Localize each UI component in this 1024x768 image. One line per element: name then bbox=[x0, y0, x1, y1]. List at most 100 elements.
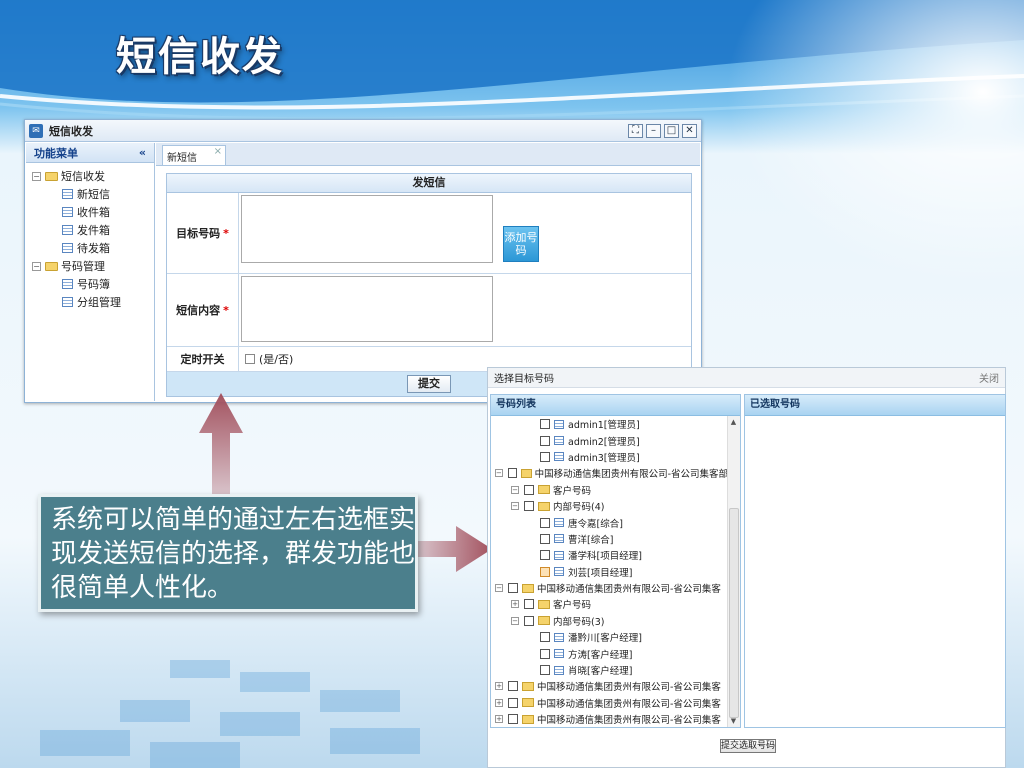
menu-group-sms[interactable]: − 短信收发 bbox=[32, 167, 154, 185]
grid-icon bbox=[62, 243, 73, 253]
row-checkbox[interactable] bbox=[508, 697, 518, 708]
expand-icon[interactable]: + bbox=[511, 600, 519, 609]
collapse-toggle-icon[interactable]: − bbox=[32, 261, 41, 271]
minimize-icon[interactable]: – bbox=[646, 123, 661, 138]
tree-row[interactable]: 方涛[客户经理] bbox=[491, 645, 728, 661]
contact-icon bbox=[554, 550, 564, 560]
menu-item-new-sms[interactable]: 新短信 bbox=[32, 185, 154, 203]
close-icon[interactable]: ✕ bbox=[682, 123, 697, 138]
dialog-close-link[interactable]: 关闭 bbox=[979, 370, 999, 385]
target-number-textarea[interactable] bbox=[241, 195, 493, 263]
expand-icon[interactable]: + bbox=[495, 682, 503, 691]
row-checkbox[interactable] bbox=[540, 632, 550, 643]
menu-item-groups[interactable]: 分组管理 bbox=[32, 293, 154, 311]
folder-icon bbox=[45, 261, 58, 271]
tree-row[interactable]: 唐令嘉[综合] bbox=[491, 514, 728, 530]
collapse-icon[interactable]: − bbox=[495, 469, 503, 478]
tab-close-icon[interactable]: × bbox=[214, 146, 222, 157]
timer-label: 定时开关 bbox=[167, 347, 239, 371]
menu-item-label: 待发箱 bbox=[77, 242, 110, 255]
collapse-icon[interactable]: « bbox=[139, 146, 146, 159]
menu-item-inbox[interactable]: 收件箱 bbox=[32, 203, 154, 221]
dialog-header[interactable]: 选择目标号码 关闭 bbox=[488, 368, 1005, 388]
tree-row[interactable]: 潘学科[项目经理] bbox=[491, 547, 728, 563]
row-checkbox[interactable] bbox=[508, 681, 518, 692]
tree-row-label: 潘黔川[客户经理] bbox=[568, 633, 642, 645]
add-number-button[interactable]: 添加号码 bbox=[503, 226, 539, 262]
menu-item-outbox[interactable]: 发件箱 bbox=[32, 221, 154, 239]
row-checkbox[interactable] bbox=[524, 501, 534, 512]
tree-row[interactable]: + 中国移动通信集团贵州有限公司-省公司集客 bbox=[491, 711, 728, 727]
submit-button[interactable]: 提交 bbox=[407, 375, 451, 393]
tree-row[interactable]: 肖晓[客户经理] bbox=[491, 662, 728, 678]
menu-item-pending[interactable]: 待发箱 bbox=[32, 239, 154, 257]
contact-icon bbox=[554, 649, 564, 659]
row-checkbox[interactable] bbox=[540, 665, 550, 676]
tree-row[interactable]: + 客户号码 bbox=[491, 596, 728, 612]
grid-icon bbox=[62, 279, 73, 289]
row-checkbox[interactable] bbox=[524, 599, 534, 610]
row-checkbox[interactable] bbox=[540, 517, 550, 528]
maximize-icon[interactable]: □ bbox=[664, 123, 679, 138]
row-checkbox[interactable] bbox=[507, 468, 517, 479]
row-checkbox[interactable] bbox=[540, 566, 550, 577]
scrollbar[interactable]: ▲ ▼ bbox=[727, 416, 740, 727]
scroll-down-icon[interactable]: ▼ bbox=[728, 717, 739, 725]
row-checkbox[interactable] bbox=[508, 714, 518, 725]
row-checkbox[interactable] bbox=[540, 435, 550, 446]
submit-selection-button[interactable]: 提交选取号码 bbox=[720, 739, 776, 753]
scroll-up-icon[interactable]: ▲ bbox=[728, 418, 739, 426]
collapse-icon[interactable]: − bbox=[511, 616, 519, 625]
folder-icon bbox=[45, 171, 58, 181]
menu-item-label: 分组管理 bbox=[77, 296, 121, 309]
function-menu: 功能菜单 « − 短信收发 新短信 收件箱 发件箱 待发箱 − 号码管理 号码簿… bbox=[26, 143, 155, 401]
row-checkbox[interactable] bbox=[540, 419, 550, 430]
dialog-title: 选择目标号码 bbox=[494, 374, 554, 385]
row-checkbox[interactable] bbox=[540, 550, 550, 561]
tree-row[interactable]: 曹洋[综合] bbox=[491, 531, 728, 547]
row-checkbox[interactable] bbox=[524, 484, 534, 495]
row-checkbox[interactable] bbox=[524, 615, 534, 626]
tree-row-label: 唐令嘉[综合] bbox=[568, 518, 623, 530]
tree-row[interactable]: admin1[管理员] bbox=[491, 416, 728, 432]
tree-row[interactable]: 刘芸[项目经理] bbox=[491, 564, 728, 580]
tree-row-label: 刘芸[项目经理] bbox=[568, 567, 633, 579]
folder-icon bbox=[520, 468, 532, 478]
tree-row[interactable]: − 客户号码 bbox=[491, 482, 728, 498]
contact-icon bbox=[554, 534, 564, 544]
contact-icon bbox=[554, 419, 564, 429]
tree-row[interactable]: 潘黔川[客户经理] bbox=[491, 629, 728, 645]
tree-row[interactable]: + 中国移动通信集团贵州有限公司-省公司集客 bbox=[491, 695, 728, 711]
collapse-icon[interactable]: − bbox=[511, 485, 519, 494]
tree-row-label: 中国移动通信集团贵州有限公司-省公司集客 bbox=[537, 698, 721, 710]
menu-group-numbers[interactable]: − 号码管理 bbox=[32, 257, 154, 275]
row-checkbox[interactable] bbox=[508, 583, 518, 594]
row-checkbox[interactable] bbox=[540, 533, 550, 544]
collapse-toggle-icon[interactable]: − bbox=[32, 171, 41, 181]
row-checkbox[interactable] bbox=[540, 451, 550, 462]
tree-row[interactable]: + 中国移动通信集团贵州有限公司-省公司集客 bbox=[491, 678, 728, 694]
row-checkbox[interactable] bbox=[540, 648, 550, 659]
tree-row[interactable]: − 中国移动通信集团贵州有限公司-省公司集客部 bbox=[491, 465, 728, 481]
tree-row[interactable]: − 中国移动通信集团贵州有限公司-省公司集客 bbox=[491, 580, 728, 596]
menu-group-label: 短信收发 bbox=[61, 170, 105, 183]
tree-row[interactable]: − 内部号码(3) bbox=[491, 613, 728, 629]
tree-row[interactable]: − 内部号码(4) bbox=[491, 498, 728, 514]
tree-row[interactable]: admin2[管理员] bbox=[491, 432, 728, 448]
expand-icon[interactable]: + bbox=[495, 715, 503, 724]
menu-item-phonebook[interactable]: 号码簿 bbox=[32, 275, 154, 293]
fullscreen-icon[interactable]: ⛶ bbox=[628, 123, 643, 138]
tree-row-label: admin3[管理员] bbox=[568, 452, 640, 464]
sms-content-textarea[interactable] bbox=[241, 276, 493, 342]
collapse-icon[interactable]: − bbox=[495, 584, 503, 593]
tree-row[interactable]: admin3[管理员] bbox=[491, 449, 728, 465]
collapse-icon[interactable]: − bbox=[511, 502, 519, 511]
timer-checkbox[interactable] bbox=[245, 354, 255, 364]
number-list-header: 号码列表 bbox=[491, 395, 740, 416]
menu-item-label: 收件箱 bbox=[77, 206, 110, 219]
tab-new-sms[interactable]: 新短信 × bbox=[162, 145, 226, 165]
selected-numbers-header: 已选取号码 bbox=[745, 395, 1005, 416]
scroll-thumb[interactable] bbox=[729, 508, 739, 718]
window-titlebar[interactable]: ✉ 短信收发 ⛶ – □ ✕ bbox=[25, 120, 701, 142]
expand-icon[interactable]: + bbox=[495, 698, 503, 707]
